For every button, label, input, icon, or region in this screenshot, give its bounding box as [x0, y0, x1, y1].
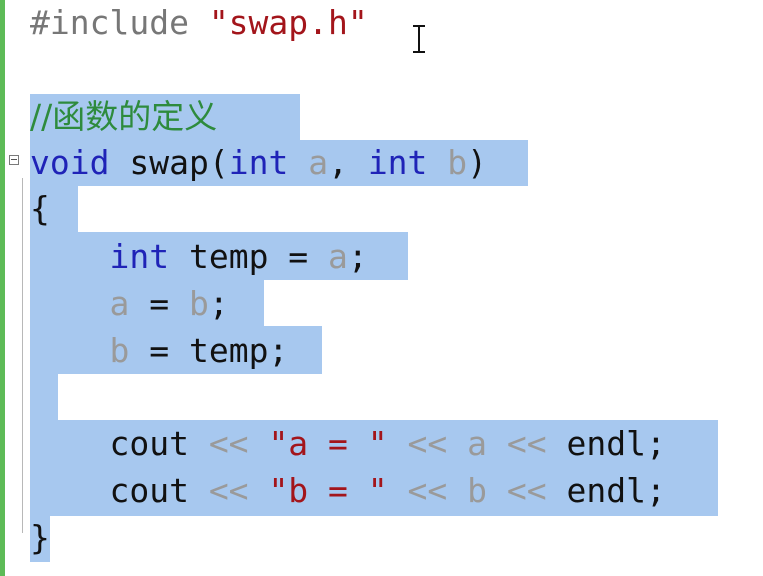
code-token: } — [30, 518, 50, 557]
fold-guide-line — [22, 178, 23, 533]
code-token: << — [208, 471, 249, 510]
code-token: b — [188, 284, 209, 323]
code-token: ) — [467, 143, 488, 182]
code-token: << — [407, 471, 448, 510]
code-token: cout — [30, 424, 209, 463]
fold-collapse-icon[interactable] — [9, 155, 19, 165]
code-line-comment[interactable]: //函数的定义 — [30, 97, 217, 137]
code-token: endl; — [546, 471, 666, 510]
code-token: "swap.h" — [208, 3, 368, 42]
code-token: << — [407, 424, 448, 463]
code-line-cout-b[interactable]: cout << "b = " << b << endl; — [30, 471, 666, 511]
code-token: "a = " — [268, 424, 388, 463]
code-token: swap( — [109, 143, 229, 182]
code-token: int — [109, 237, 170, 276]
code-token: << — [208, 424, 249, 463]
selection-highlight — [30, 374, 58, 420]
code-token: "b = " — [268, 471, 388, 510]
code-token: cout — [30, 471, 209, 510]
code-token: a — [467, 424, 488, 463]
code-token: #include — [30, 3, 209, 42]
code-token: a — [308, 143, 329, 182]
change-indicator-bar — [0, 0, 5, 576]
code-line-signature[interactable]: void swap(int a, int b) — [30, 143, 487, 183]
code-token: int — [228, 143, 289, 182]
code-token: << — [506, 471, 547, 510]
code-token: //函数的定义 — [30, 97, 218, 136]
code-line-open-brace[interactable]: { — [30, 189, 50, 229]
code-token: , — [328, 143, 368, 182]
code-line-include[interactable]: #include "swap.h" — [30, 3, 368, 43]
code-token: ; — [208, 284, 229, 323]
code-line-temp-decl[interactable]: int temp = a; — [30, 237, 368, 277]
code-token: { — [30, 189, 50, 228]
text-cursor-icon — [412, 25, 426, 53]
code-token: temp = — [169, 237, 329, 276]
code-token: void — [30, 143, 110, 182]
code-token: = temp; — [129, 331, 289, 370]
code-line-assign-a[interactable]: a = b; — [30, 284, 229, 324]
code-token: ; — [347, 237, 368, 276]
code-token: a — [109, 284, 130, 323]
code-token: b — [447, 143, 468, 182]
code-token: endl; — [546, 424, 666, 463]
code-token: << — [506, 424, 547, 463]
code-editor[interactable]: #include "swap.h" //函数的定义 void swap(int … — [0, 0, 763, 576]
code-token: = — [129, 284, 189, 323]
code-token: int — [367, 143, 428, 182]
code-token: b — [109, 331, 130, 370]
code-token: a — [328, 237, 348, 276]
code-line-cout-a[interactable]: cout << "a = " << a << endl; — [30, 424, 666, 464]
code-line-close-brace[interactable]: } — [30, 518, 50, 558]
code-line-assign-b[interactable]: b = temp; — [30, 331, 288, 371]
code-token: b — [467, 471, 488, 510]
